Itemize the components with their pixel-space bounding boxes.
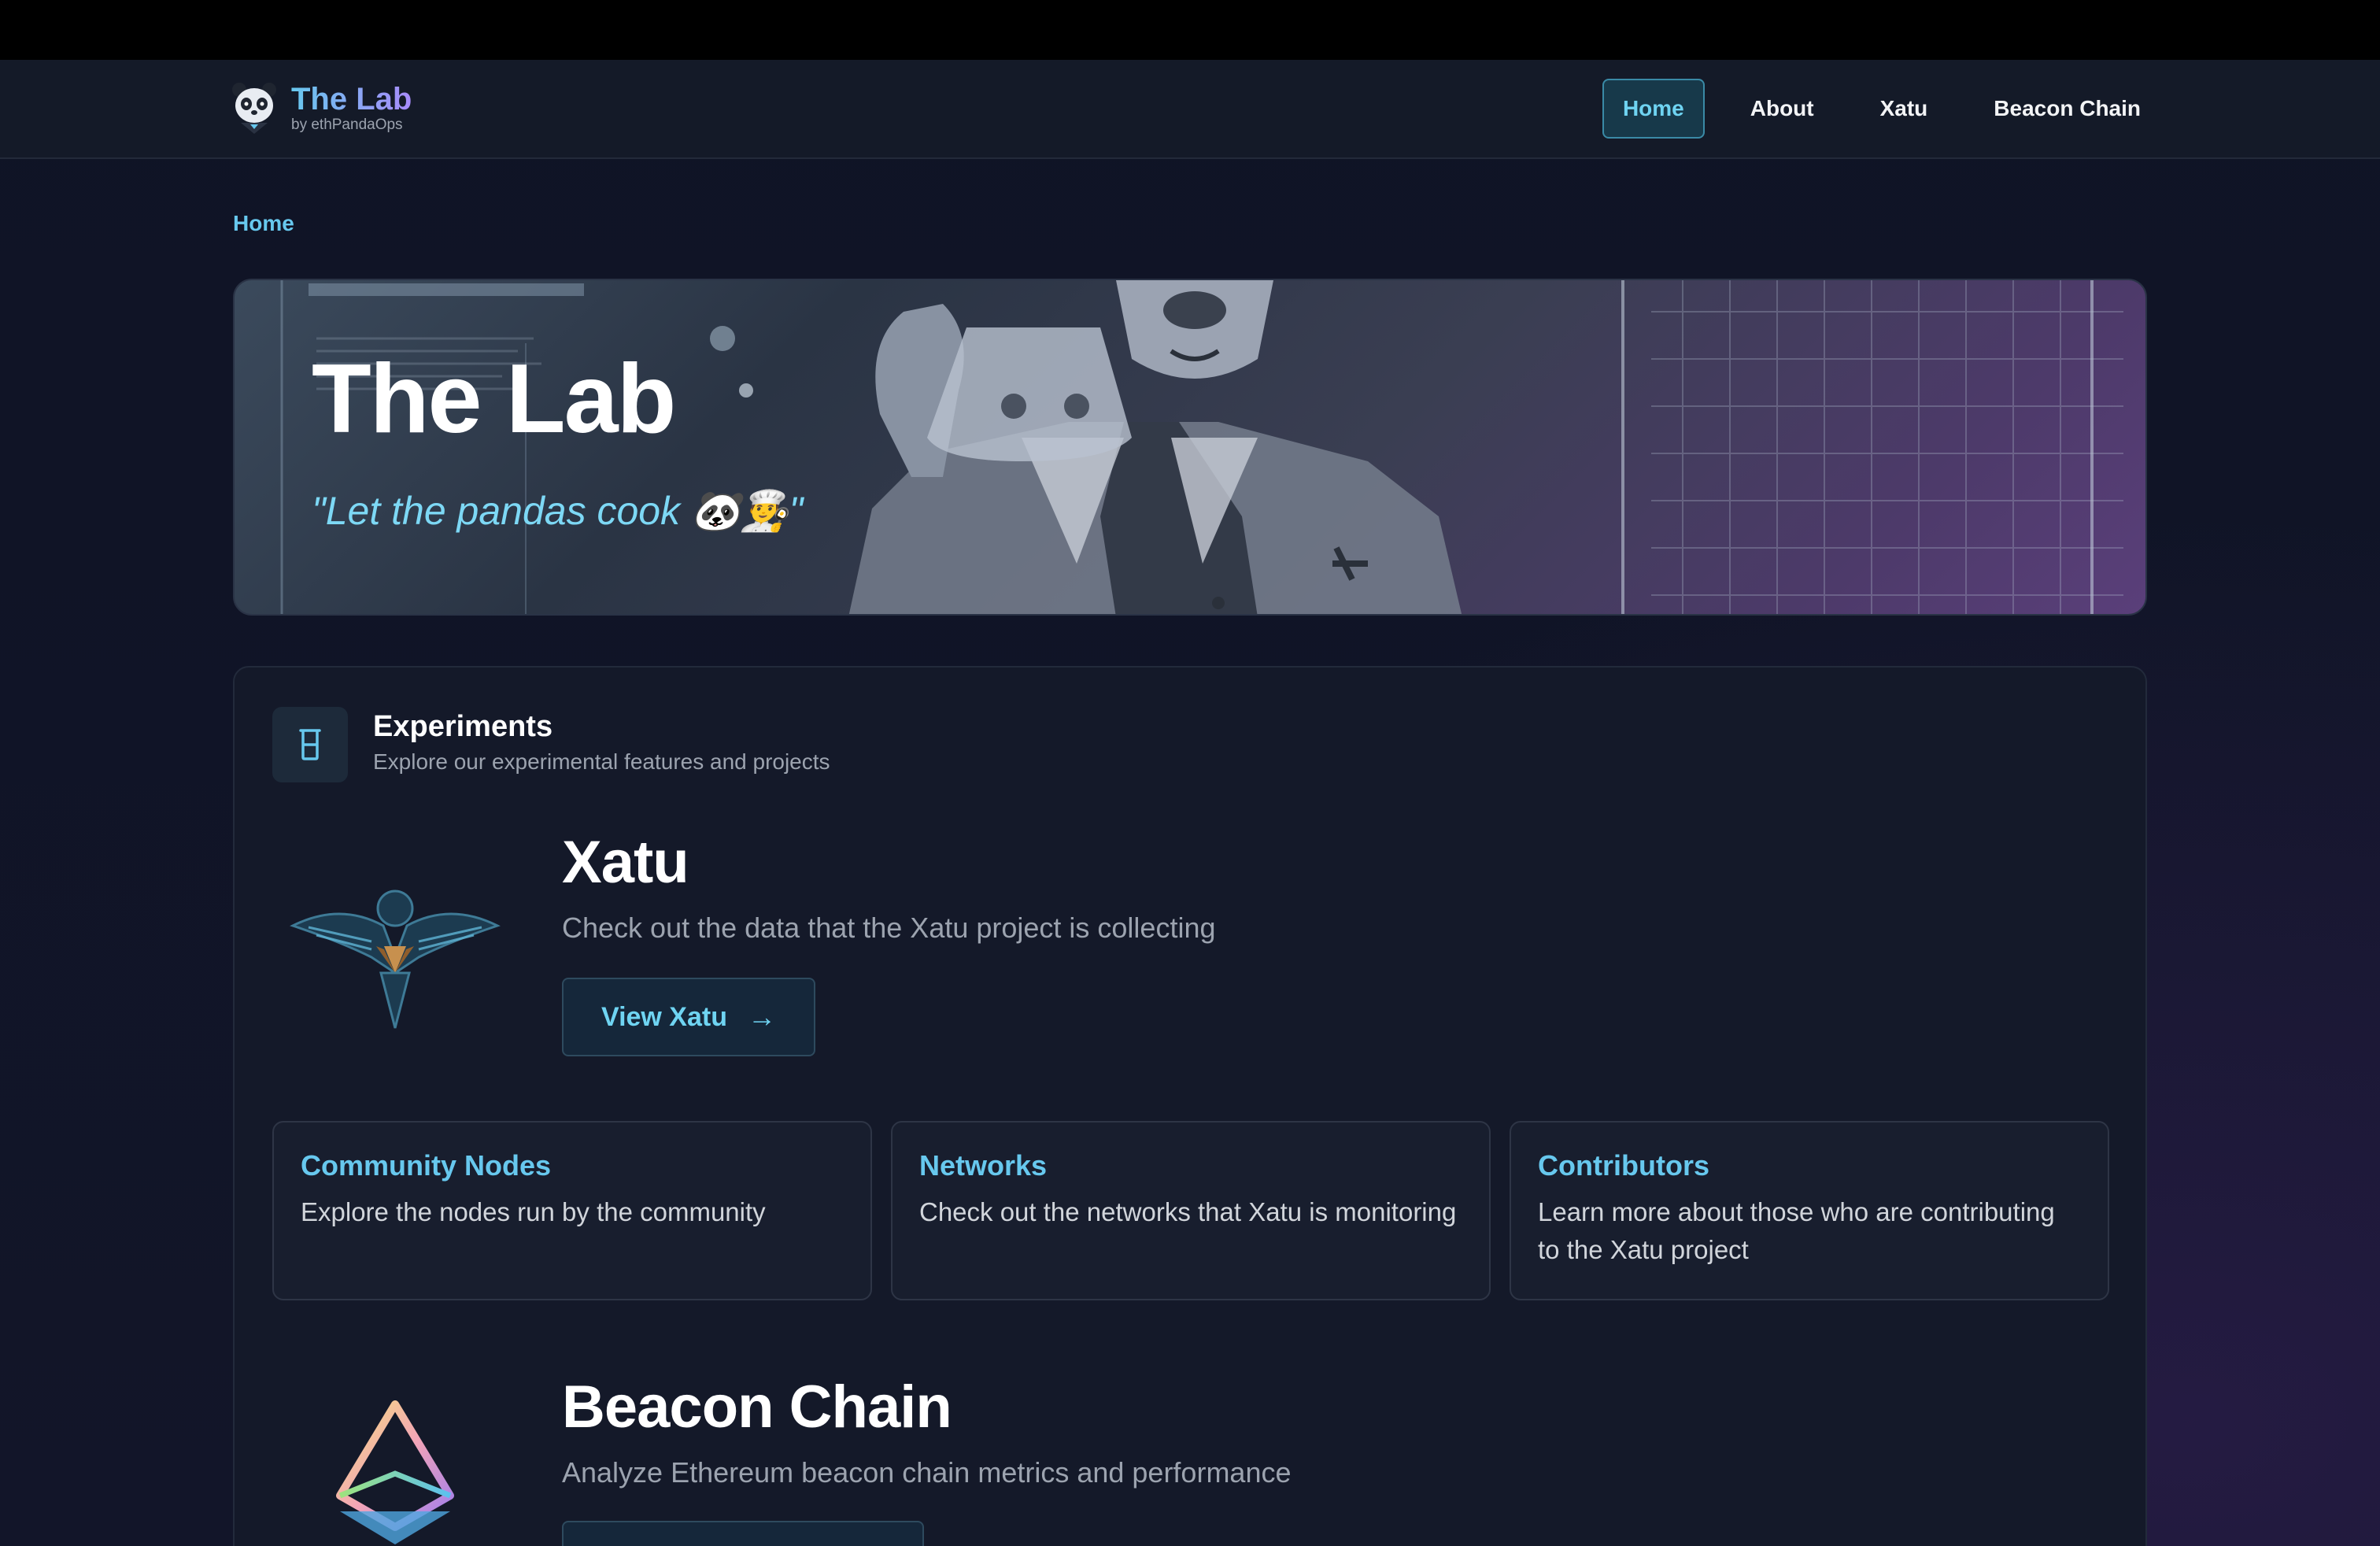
beacon-chain-title: Beacon Chain bbox=[562, 1374, 952, 1441]
view-beacon-chain-button[interactable] bbox=[562, 1521, 924, 1546]
nav-beacon-chain[interactable]: Beacon Chain bbox=[1973, 79, 2161, 139]
nav-home[interactable]: Home bbox=[1602, 79, 1705, 139]
nav-xatu[interactable]: Xatu bbox=[1860, 79, 1949, 139]
brand-logo-link[interactable]: The Lab by ethPandaOps bbox=[230, 80, 412, 135]
navbar: The Lab by ethPandaOps Home About Xatu B… bbox=[0, 60, 2380, 159]
main-nav: Home About Xatu Beacon Chain bbox=[1577, 79, 2161, 139]
contributors-description: Learn more about those who are contribut… bbox=[1538, 1197, 2055, 1264]
experiments-icon-box bbox=[272, 707, 348, 782]
view-xatu-button[interactable]: View Xatu → bbox=[562, 978, 815, 1056]
experiments-title: Experiments bbox=[373, 710, 553, 743]
beacon-chain-description: Analyze Ethereum beacon chain metrics an… bbox=[562, 1456, 1292, 1489]
view-xatu-label: View Xatu bbox=[601, 1001, 727, 1032]
beaker-icon bbox=[299, 729, 321, 760]
top-bar bbox=[0, 0, 2380, 60]
contributors-title: Contributors bbox=[1538, 1149, 1709, 1182]
hero-tagline: "Let the pandas cook 🐼👨‍🍳" bbox=[312, 489, 804, 533]
networks-card[interactable]: Networks Check out the networks that Xat… bbox=[891, 1121, 1491, 1300]
page: The Lab by ethPandaOps Home About Xatu B… bbox=[0, 0, 2380, 1546]
xatu-description: Check out the data that the Xatu project… bbox=[562, 912, 1216, 944]
panda-logo-icon bbox=[232, 83, 276, 134]
xatu-bird-logo bbox=[290, 890, 501, 1029]
hero-banner: The Lab "Let the pandas cook 🐼👨‍🍳" bbox=[233, 279, 2147, 616]
networks-description: Check out the networks that Xatu is moni… bbox=[919, 1197, 1457, 1226]
community-nodes-card[interactable]: Community Nodes Explore the nodes run by… bbox=[272, 1121, 872, 1300]
hero-title: The Lab bbox=[312, 345, 676, 453]
arrow-right-icon: → bbox=[748, 1000, 776, 1033]
experiments-section: Experiments Explore our experimental fea… bbox=[233, 666, 2147, 1546]
brand-title: The Lab bbox=[291, 82, 412, 117]
community-nodes-description: Explore the nodes run by the community bbox=[301, 1197, 766, 1226]
nav-about[interactable]: About bbox=[1730, 79, 1835, 139]
breadcrumb-home[interactable]: Home bbox=[233, 211, 294, 235]
community-nodes-title: Community Nodes bbox=[301, 1149, 552, 1182]
contributors-card[interactable]: Contributors Learn more about those who … bbox=[1510, 1121, 2109, 1300]
breadcrumb: Home bbox=[233, 211, 294, 236]
ethereum-logo bbox=[336, 1400, 454, 1544]
xatu-title: Xatu bbox=[562, 829, 689, 896]
networks-title: Networks bbox=[919, 1149, 1048, 1182]
brand-subtitle: by ethPandaOps bbox=[291, 117, 403, 133]
experiments-subtitle: Explore our experimental features and pr… bbox=[373, 749, 830, 774]
